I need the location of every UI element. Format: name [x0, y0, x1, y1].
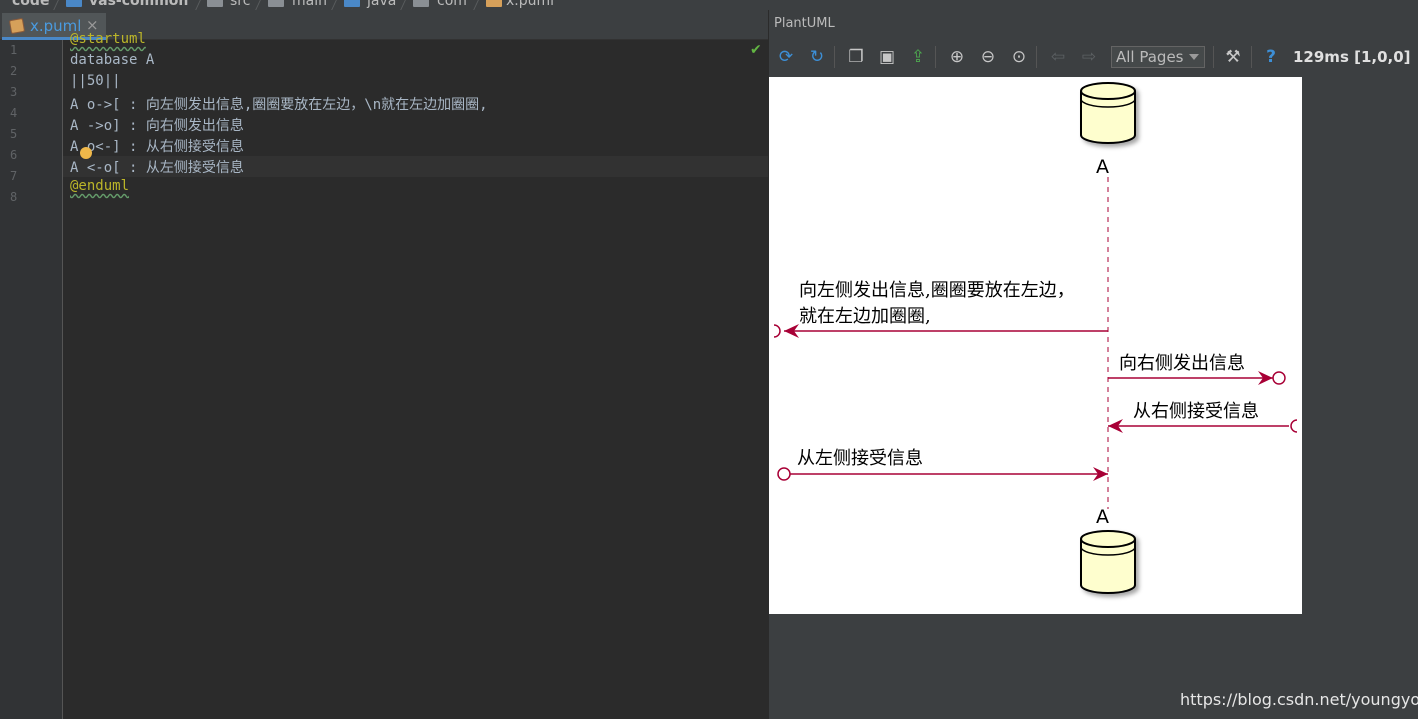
line-number: 4: [10, 106, 18, 120]
message-label: 向右侧发出信息: [1119, 353, 1245, 374]
copy-icon[interactable]: ❐: [845, 46, 867, 68]
sequence-diagram: [773, 82, 1298, 594]
check-icon: ✔: [750, 42, 762, 58]
breadcrumb-item-code[interactable]: code: [12, 0, 49, 9]
participant-label-top: A: [1096, 156, 1109, 178]
refresh-icon[interactable]: ⟳: [775, 46, 797, 68]
puml-file-icon: [8, 17, 26, 35]
breadcrumb-item-vas-common[interactable]: vas-common: [89, 0, 188, 9]
folder-icon: [207, 0, 223, 7]
zoom-in-icon[interactable]: ⊕: [946, 46, 968, 68]
code-line[interactable]: A <-o[ : 从左侧接受信息: [70, 157, 244, 178]
breadcrumb-separator: [399, 0, 408, 10]
breadcrumb-item-file[interactable]: x.puml: [506, 0, 554, 9]
breadcrumb: code vas-common src main java com x.puml: [0, 0, 1418, 10]
message-label: 就在左边加圈圈,: [799, 306, 931, 327]
database-icon-bottom: [1080, 530, 1136, 594]
line-number: 2: [10, 64, 18, 78]
breadcrumb-item-com[interactable]: com: [437, 0, 467, 9]
help-icon[interactable]: ?: [1260, 46, 1282, 68]
line-number: 8: [10, 190, 18, 204]
line-number: 1: [10, 43, 18, 57]
render-timing: 129ms [1,0,0]: [1293, 48, 1411, 66]
panel-title: PlantUML: [774, 16, 835, 31]
toolbar-separator: [1036, 46, 1037, 68]
watermark: https://blog.csdn.net/youngyouth: [1180, 690, 1418, 709]
toolbar-separator: [834, 46, 835, 68]
diagram-canvas: A A 向左侧发出信息,圈圈要放在左边， 就在左边加圈圈, 向右侧发出信息 从右…: [769, 77, 1302, 614]
zoom-out-icon[interactable]: ⊖: [977, 46, 999, 68]
source-folder-icon: [344, 0, 360, 7]
code-line[interactable]: database A: [70, 52, 154, 73]
database-icon-top: [1080, 82, 1136, 144]
code-line[interactable]: A o->[ : 向左侧发出信息,圈圈要放在左边，\n就在左边加圈圈,: [70, 94, 488, 115]
line-number: 7: [10, 169, 18, 183]
breadcrumb-item-src[interactable]: src: [230, 0, 250, 9]
code-line[interactable]: ||50||: [70, 73, 121, 94]
breadcrumb-item-java[interactable]: java: [367, 0, 396, 9]
toolbar-separator: [1213, 46, 1214, 68]
breadcrumb-separator: [330, 0, 339, 10]
plantuml-pane: PlantUML ⟳ ↻ ❐ ▣ ⇪ ⊕ ⊖ ⊙ ⇦ ⇨ All Pages ⚒…: [769, 10, 1418, 719]
breadcrumb-item-main[interactable]: main: [292, 0, 327, 9]
message-label: 从右侧接受信息: [1133, 401, 1259, 422]
plantuml-toolbar: ⟳ ↻ ❐ ▣ ⇪ ⊕ ⊖ ⊙ ⇦ ⇨ All Pages ⚒ ? 129ms …: [769, 42, 1418, 72]
pages-select[interactable]: All Pages: [1111, 46, 1205, 68]
intention-bulb-icon[interactable]: [80, 147, 92, 159]
pages-select-value: All Pages: [1116, 48, 1184, 66]
actual-size-icon[interactable]: ⊙: [1008, 46, 1030, 68]
chevron-down-icon: [1189, 54, 1199, 60]
breadcrumb-separator: [254, 0, 263, 10]
breadcrumb-separator: [472, 0, 481, 10]
code-line[interactable]: A o<-] : 从右侧接受信息: [70, 136, 244, 157]
toolbar-separator: [935, 46, 936, 68]
code-line[interactable]: @enduml: [70, 178, 129, 199]
export-icon[interactable]: ⇪: [907, 46, 929, 68]
toolbar-separator: [1251, 46, 1252, 68]
participant-label-bottom: A: [1096, 506, 1109, 528]
settings-icon[interactable]: ⚒: [1222, 46, 1244, 68]
sync-icon[interactable]: ↻: [806, 46, 828, 68]
next-page-icon[interactable]: ⇨: [1078, 46, 1100, 68]
message-label: 从左侧接受信息: [797, 448, 923, 469]
line-number: 3: [10, 85, 18, 99]
package-icon: [413, 0, 429, 7]
module-icon: [66, 0, 82, 7]
line-number-gutter: 1 2 3 4 5 6 7 8: [0, 40, 63, 719]
previous-page-icon[interactable]: ⇦: [1047, 46, 1069, 68]
code-line[interactable]: A ->o] : 向右侧发出信息: [70, 115, 244, 136]
breadcrumb-separator: [52, 0, 61, 10]
puml-file-icon: [486, 0, 502, 7]
line-number: 5: [10, 127, 18, 141]
message-label: 向左侧发出信息,圈圈要放在左边，: [799, 280, 1075, 301]
code-editor[interactable]: @startuml database A ||50|| A o->[ : 向左侧…: [63, 30, 768, 709]
folder-icon: [268, 0, 284, 7]
breadcrumb-separator: [194, 0, 203, 10]
line-number: 6: [10, 148, 18, 162]
save-icon[interactable]: ▣: [876, 46, 898, 68]
code-line[interactable]: @startuml: [70, 31, 146, 52]
